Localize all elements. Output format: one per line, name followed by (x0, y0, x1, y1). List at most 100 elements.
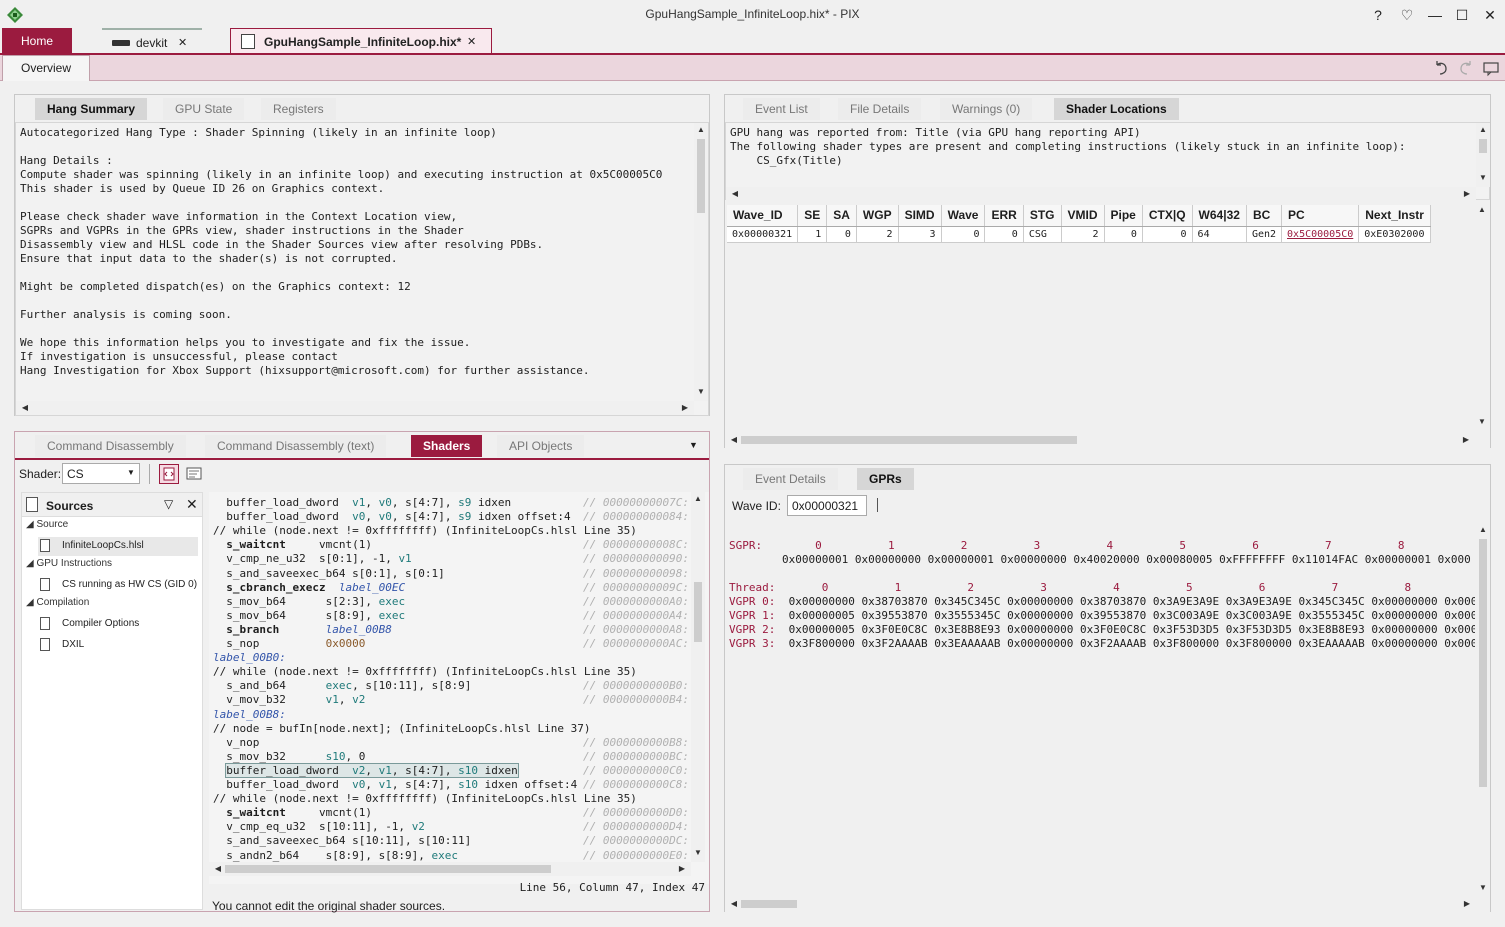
maximize-button[interactable]: ☐ (1450, 5, 1474, 25)
column-header[interactable]: VMID (1061, 205, 1105, 227)
code-line[interactable]: s_mov_b32 s10, 0// 0000000000BC: (213, 750, 689, 764)
column-header[interactable]: WGP (856, 205, 899, 227)
tab-shader-locations[interactable]: Shader Locations (1054, 98, 1179, 120)
code-line[interactable]: s_waitcnt vmcnt(1)// 0000000000D0: (213, 806, 689, 820)
column-header[interactable]: Next_Instr (1358, 205, 1431, 227)
tab-home[interactable]: Home (2, 28, 72, 54)
code-line[interactable]: v_cmp_ne_u32 s[0:1], -1, v1// 0000000000… (213, 552, 689, 566)
code-line[interactable]: s_branch label_00B8// 0000000000A8: (213, 623, 689, 637)
filter-icon[interactable]: ▽ (164, 497, 173, 511)
tab-file-details[interactable]: File Details (838, 98, 922, 120)
code-line[interactable]: buffer_load_dword v2, v1, s[4:7], s10 id… (213, 762, 689, 778)
code-line[interactable]: v_cmp_eq_u32 s[10:11], -1, v2// 00000000… (213, 820, 689, 834)
tree-group[interactable]: ◢ Source (26, 519, 68, 530)
code-line[interactable]: v_mov_b32 v1, v2// 0000000000B4: (213, 693, 689, 707)
column-header[interactable]: SIMD (898, 205, 942, 227)
disassembly-code-area[interactable]: buffer_load_dword v1, v0, s[4:7], s9 idx… (209, 492, 709, 884)
tree-group[interactable]: ◢ Compilation (26, 597, 89, 608)
shader-select[interactable]: CS ▼ (62, 463, 140, 484)
horizontal-scrollbar[interactable]: ◀ ▶ (725, 433, 1475, 447)
column-header[interactable]: W64|32 (1192, 205, 1247, 227)
column-header[interactable]: SE (797, 205, 828, 227)
horizontal-scrollbar[interactable]: ◀ ▶ (209, 862, 691, 876)
tab-shaders[interactable]: Shaders (411, 435, 483, 457)
code-line[interactable]: // while (node.next != 0xffffffff) (Infi… (213, 665, 637, 679)
code-line[interactable]: buffer_load_dword v1, v0, s[4:7], s9 idx… (213, 496, 689, 510)
disassembly-view-icon[interactable] (185, 466, 203, 482)
tab-command-disassembly[interactable]: Command Disassembly (35, 435, 186, 457)
code-line[interactable]: label_00B0: (213, 651, 286, 665)
code-line[interactable]: s_and_saveexec_b64 s[0:1], s[0:1]// 0000… (213, 567, 689, 581)
tree-item[interactable]: DXIL (38, 636, 198, 655)
code-line[interactable]: buffer_load_dword v0, v1, s[4:7], s10 id… (213, 778, 689, 792)
wave-id-input[interactable]: 0x00000321 (787, 495, 867, 516)
table-cell: 2 (856, 226, 899, 243)
minimize-button[interactable]: — (1423, 5, 1447, 25)
tree-item[interactable]: InfiniteLoopCs.hlsl (38, 537, 198, 556)
table-cell: 0xE0302000 (1358, 226, 1431, 243)
close-window-button[interactable]: ✕ (1478, 5, 1502, 25)
code-line[interactable]: s_and_saveexec_b64 s[10:11], s[10:11]// … (213, 834, 689, 848)
tab-devkit[interactable]: devkit ✕ (102, 28, 202, 54)
code-line[interactable]: v_nop// 0000000000B8: (213, 736, 689, 750)
help-button[interactable]: ? (1366, 5, 1390, 25)
comment-icon[interactable] (1482, 59, 1500, 77)
tree-item[interactable]: CS running as HW CS (GID 0) (38, 576, 198, 595)
code-line[interactable]: s_mov_b64 s[8:9], exec// 0000000000A4: (213, 609, 689, 623)
source-view-icon[interactable] (159, 464, 179, 484)
tab-capture[interactable]: GpuHangSample_InfiniteLoop.hix* ✕ (230, 28, 492, 54)
column-header[interactable]: BC (1246, 205, 1283, 227)
vertical-scrollbar[interactable]: ▲ ▼ (1476, 523, 1490, 897)
tab-command-disassembly-text[interactable]: Command Disassembly (text) (205, 435, 387, 457)
redo-icon[interactable] (1457, 59, 1475, 77)
horizontal-scrollbar[interactable]: ◀ ▶ (726, 187, 1476, 201)
code-line[interactable]: // while (node.next != 0xffffffff) (Infi… (213, 524, 637, 538)
code-line[interactable]: s_andn2_b64 s[8:9], s[8:9], exec// 00000… (213, 849, 689, 863)
close-icon[interactable]: ✕ (186, 496, 198, 513)
vertical-scrollbar[interactable]: ▲ ▼ (1476, 123, 1490, 187)
close-icon[interactable]: ✕ (467, 29, 476, 55)
code-line[interactable]: // node = bufIn[node.next]; (InfiniteLoo… (213, 722, 591, 736)
column-header[interactable]: PC (1281, 205, 1360, 227)
column-header[interactable]: SA (826, 205, 857, 227)
tab-registers[interactable]: Registers (261, 98, 336, 120)
dropdown-icon[interactable]: ▼ (689, 440, 698, 450)
code-line[interactable]: s_and_b64 exec, s[10:11], s[8:9]// 00000… (213, 679, 689, 693)
code-line[interactable]: s_waitcnt vmcnt(1)// 00000000008C: (213, 538, 689, 552)
code-line[interactable]: s_nop 0x0000// 0000000000AC: (213, 637, 689, 651)
gprs-view[interactable]: SGPR: 0 1 2 3 4 5 6 7 8 0x00000001 0x000… (725, 523, 1490, 912)
column-header[interactable]: STG (1023, 205, 1062, 227)
hang-report-text-area[interactable]: GPU hang was reported from: Title (via G… (725, 122, 1490, 201)
tree-item[interactable]: Compiler Options (38, 615, 198, 634)
code-line[interactable]: label_00B8: (213, 708, 286, 722)
tab-hang-summary[interactable]: Hang Summary (35, 98, 148, 120)
code-line[interactable]: s_mov_b64 s[2:3], exec// 0000000000A0: (213, 595, 689, 609)
feedback-button[interactable]: ♡ (1395, 5, 1419, 25)
tab-event-list[interactable]: Event List (743, 98, 820, 120)
column-header[interactable]: Wave (941, 205, 986, 227)
tab-overview[interactable]: Overview (2, 55, 90, 81)
tab-gprs[interactable]: GPRs (857, 468, 914, 490)
vertical-scrollbar[interactable]: ▲ ▼ (1475, 203, 1489, 433)
code-line[interactable]: s_cbranch_execz label_00EC// 00000000009… (213, 581, 689, 595)
code-line[interactable]: buffer_load_dword v0, v0, s[4:7], s9 idx… (213, 510, 689, 524)
table-row[interactable]: 0x00000321 1 0 2 3 0 0 CSG 2 0 0 64 Gen2 0x5C00005C0 0… (727, 226, 1431, 243)
tree-group[interactable]: ◢ GPU Instructions (26, 558, 112, 569)
column-header[interactable]: Wave_ID (727, 205, 799, 227)
horizontal-scrollbar[interactable]: ◀ ▶ (16, 401, 694, 415)
vertical-scrollbar[interactable]: ▲ ▼ (691, 492, 705, 862)
table-cell: 0 (941, 226, 986, 243)
table-cell[interactable]: 0x5C00005C0 (1281, 226, 1360, 243)
tab-warnings[interactable]: Warnings (0) (940, 98, 1033, 120)
column-header[interactable]: CTX|Q (1142, 205, 1193, 227)
tab-gpu-state[interactable]: GPU State (163, 98, 245, 120)
hang-summary-text-area[interactable]: Autocategorized Hang Type : Shader Spinn… (15, 122, 709, 416)
undo-icon[interactable] (1432, 59, 1450, 77)
vertical-scrollbar[interactable]: ▲ ▼ (694, 123, 708, 401)
tab-event-details[interactable]: Event Details (743, 468, 838, 490)
column-header[interactable]: Pipe (1104, 205, 1143, 227)
tab-api-objects[interactable]: API Objects (497, 435, 585, 457)
column-header[interactable]: ERR (984, 205, 1024, 227)
code-line[interactable]: // while (node.next != 0xffffffff) (Infi… (213, 792, 637, 806)
horizontal-scrollbar[interactable]: ◀ ▶ (725, 897, 1476, 911)
